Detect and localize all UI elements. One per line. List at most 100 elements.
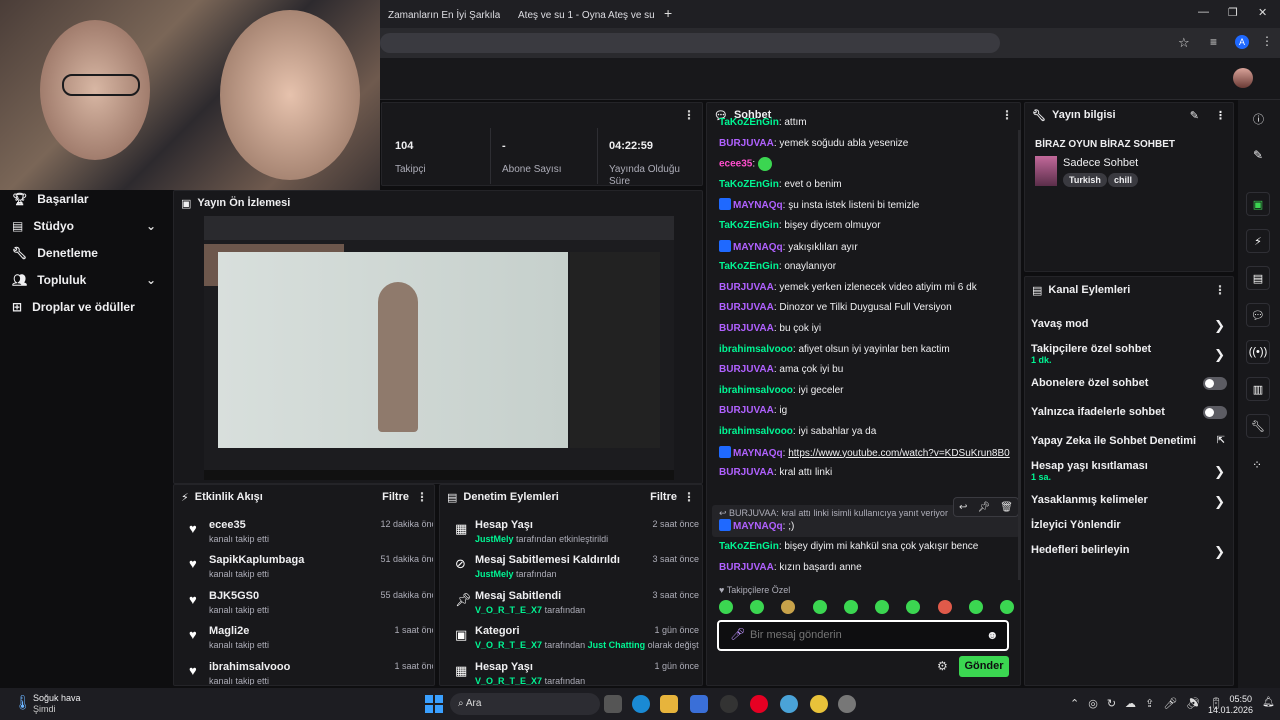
emoji-icon[interactable]: ☻: [986, 628, 999, 642]
document-icon[interactable]: ▤: [1246, 266, 1270, 290]
chat-message[interactable]: BURJUVAA: kral attı linki: [719, 466, 1019, 480]
sidebar-item-drops[interactable]: ⊞ Droplar ve ödüller: [12, 296, 135, 318]
account-age-row[interactable]: Hesap yaşı kısıtlaması 1 sa. ❯: [1031, 460, 1227, 486]
broadcast-icon[interactable]: ((•)): [1246, 340, 1270, 364]
clock[interactable]: 05:50 14.01.2026: [1208, 694, 1253, 716]
ai-moderation-row[interactable]: Yapay Zeka ile Sohbet Denetimi ⇱: [1031, 435, 1227, 455]
list-item[interactable]: ♥ Magli2e kanalı takip etti 1 saat önce: [185, 625, 433, 659]
chat-message[interactable]: MAYNAQq: https://www.youtube.com/watch?v…: [719, 445, 1019, 461]
restore-icon[interactable]: ❐: [1228, 6, 1238, 19]
filter-button[interactable]: Filtre: [650, 491, 677, 503]
microphone-icon[interactable]: 🎤︎: [730, 627, 745, 641]
sidebar-item-moderation[interactable]: 🔧︎ Denetleme: [12, 242, 98, 264]
extensions-icon[interactable]: ⁘: [1252, 458, 1262, 472]
chat-message[interactable]: ecee35:: [719, 157, 1019, 172]
chat-username[interactable]: BURJUVAA: [719, 405, 774, 416]
chat-username[interactable]: BURJUVAA: [719, 467, 774, 478]
sidebar-item-studio[interactable]: ▤ Stüdyo ⌄: [12, 215, 162, 237]
chat-username[interactable]: BURJUVAA: [719, 562, 774, 573]
weather-widget[interactable]: Soğuk hava Şimdi: [33, 693, 81, 715]
menu-dots-icon[interactable]: ⋮: [1215, 109, 1226, 122]
list-item[interactable]: ♥ ibrahimsalvooo kanalı takip etti 1 saa…: [185, 661, 433, 685]
chat-message[interactable]: BURJUVAA: Dinozor ve Tilki Duygusal Full…: [719, 301, 1019, 315]
chat-username[interactable]: TaKoZEnGin: [719, 117, 779, 128]
subscribers-only-toggle[interactable]: [1203, 377, 1227, 390]
file-explorer-icon[interactable]: [660, 695, 678, 713]
chat-username[interactable]: MAYNAQq: [733, 521, 783, 532]
store-icon[interactable]: [690, 695, 708, 713]
emote-icon[interactable]: [812, 600, 827, 614]
raid-row[interactable]: İzleyici Yönlendir: [1031, 519, 1227, 539]
chat-scrollbar[interactable]: [1018, 130, 1021, 580]
chat-message[interactable]: ibrahimsalvooo: iyi geceler: [719, 384, 1019, 398]
info-icon[interactable]: ⓘ: [1253, 111, 1264, 127]
delete-icon[interactable]: 🗑︎: [1000, 502, 1013, 513]
edit-pencil-icon[interactable]: ✎: [1190, 109, 1199, 122]
followers-only-row[interactable]: Takipçilere özel sohbet 1 dk. ❯: [1031, 343, 1227, 369]
lightning-icon[interactable]: ⚡︎: [1246, 229, 1270, 253]
list-item[interactable]: ♥ SapikKaplumbaga kanalı takip etti 51 d…: [185, 554, 433, 588]
goals-row[interactable]: Hedefleri belirleyin ❯: [1031, 544, 1227, 564]
profile-avatar[interactable]: A: [1235, 35, 1249, 49]
menu-dots-icon[interactable]: ⋮: [683, 108, 695, 122]
menu-dots-icon[interactable]: ⋮: [1214, 283, 1226, 297]
chat-username[interactable]: BURJUVAA: [719, 323, 774, 334]
url-field[interactable]: [380, 33, 1000, 53]
action-actor[interactable]: JustMely: [475, 534, 514, 544]
chat-message[interactable]: TaKoZEnGin: bişey diyim mi kahkül sna ço…: [719, 540, 1019, 554]
emote-icon[interactable]: [781, 600, 796, 614]
action-actor[interactable]: V_O_R_T_E_X7: [475, 640, 542, 650]
chat-message[interactable]: BURJUVAA: yemek soğudu abla yesenize: [719, 137, 1019, 151]
chat-username[interactable]: MAYNAQq: [733, 200, 783, 211]
chat-message[interactable]: TaKoZEnGin: onaylanıyor: [719, 260, 1019, 274]
chat-message[interactable]: ibrahimsalvooo: afiyet olsun iyi yayinla…: [719, 343, 1019, 357]
list-item[interactable]: ▦ Hesap Yaşı V_O_R_T_E_X7 tarafından 1 g…: [451, 661, 699, 685]
tag[interactable]: chill: [1108, 173, 1139, 187]
browser-tab[interactable]: Zamanların En İyi Şarkıları ✕: [378, 4, 500, 26]
weather-icon[interactable]: 🌡︎: [14, 694, 32, 711]
edit-pencil-icon[interactable]: ✎: [1253, 148, 1263, 162]
action-actor[interactable]: JustMely: [475, 569, 514, 579]
reply-icon[interactable]: ↩: [959, 502, 967, 513]
chat-message[interactable]: TaKoZEnGin: evet o benim: [719, 178, 1019, 192]
pinterest-icon[interactable]: [750, 695, 768, 713]
new-tab-button[interactable]: +: [664, 5, 672, 21]
filter-button[interactable]: Filtre: [382, 491, 409, 503]
app-icon[interactable]: [720, 695, 738, 713]
menu-dots-icon[interactable]: ⋮: [1261, 34, 1273, 48]
list-item[interactable]: ▣ Kategori V_O_R_T_E_X7 tarafından Just …: [451, 625, 699, 659]
bookmark-star-icon[interactable]: ☆: [1178, 35, 1190, 51]
chat-username[interactable]: BURJUVAA: [719, 364, 774, 375]
emote-icon[interactable]: [843, 600, 858, 614]
chat-message[interactable]: BURJUVAA: ig: [719, 404, 1019, 418]
browser-tab[interactable]: Ateş ve su 1 - Oyna Ateş ve su ✕: [502, 4, 658, 26]
menu-dots-icon[interactable]: ⋮: [683, 490, 695, 504]
emote-icon[interactable]: [968, 600, 983, 614]
chat-message[interactable]: ibrahimsalvooo: iyi sabahlar ya da: [719, 425, 1019, 439]
chat-username[interactable]: ecee35: [719, 159, 752, 170]
chat-username[interactable]: TaKoZEnGin: [719, 179, 779, 190]
list-item[interactable]: ♥ ecee35 kanalı takip etti 12 dakika önc…: [185, 519, 433, 553]
chat-message[interactable]: TaKoZEnGin: bişey diycem olmuyor: [719, 219, 1019, 233]
chat-link[interactable]: https://www.youtube.com/watch?v=KDSuKrun…: [788, 448, 1010, 459]
chat-message[interactable]: BURJUVAA: ama çok iyi bu: [719, 363, 1019, 377]
emote-only-toggle[interactable]: [1203, 406, 1227, 419]
chat-input[interactable]: [750, 626, 975, 644]
category-name[interactable]: Just Chatting: [588, 640, 646, 650]
chat-message[interactable]: BURJUVAA: yemek yerken izlenecek video a…: [719, 281, 1019, 295]
list-item[interactable]: ♥ BJK5GS0 kanalı takip etti 55 dakika ön…: [185, 590, 433, 624]
list-item[interactable]: 📌︎ Mesaj Sabitlendi V_O_R_T_E_X7 tarafın…: [451, 590, 699, 624]
chat-username[interactable]: TaKoZEnGin: [719, 541, 779, 552]
stream-category[interactable]: Sadece Sohbet: [1063, 157, 1138, 169]
chat-username[interactable]: MAYNAQq: [733, 448, 783, 459]
chat-message[interactable]: MAYNAQq: ;): [719, 519, 1019, 534]
emote-icon[interactable]: [906, 600, 921, 614]
media-icon[interactable]: ≡: [1210, 35, 1217, 49]
emote-icon[interactable]: [937, 600, 952, 614]
emote-icon[interactable]: [999, 600, 1014, 614]
settings-icon[interactable]: [838, 695, 856, 713]
action-actor[interactable]: V_O_R_T_E_X7: [475, 676, 542, 685]
chat-username[interactable]: ibrahimsalvooo: [719, 385, 793, 396]
chat-bubble-icon[interactable]: 💬︎: [1246, 303, 1270, 327]
close-window-icon[interactable]: ✕: [1258, 6, 1267, 19]
